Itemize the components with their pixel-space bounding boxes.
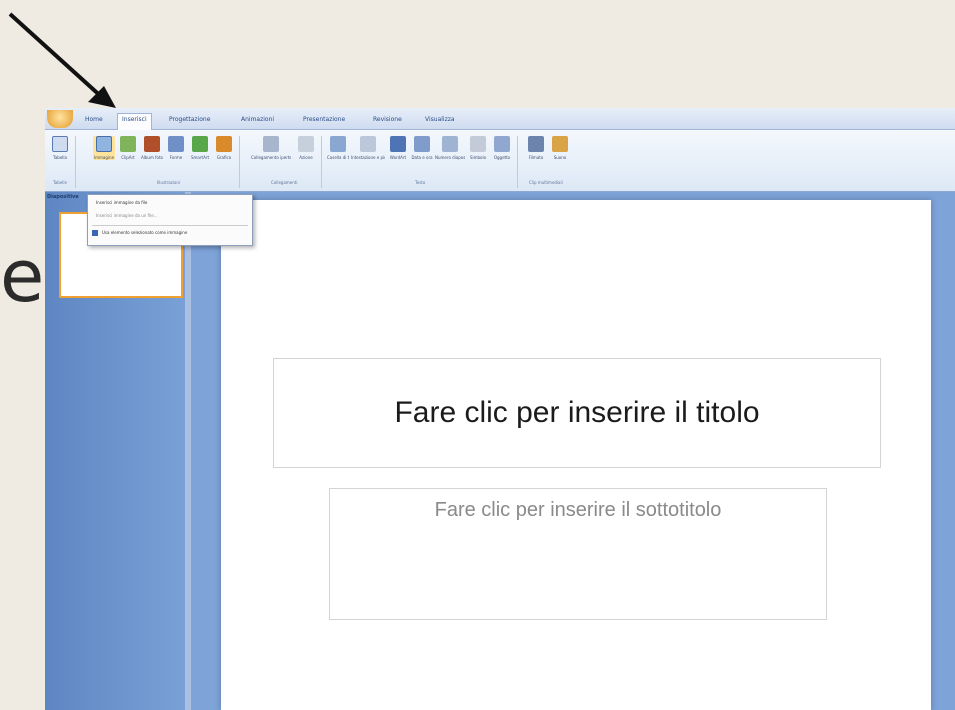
- group-label-links: Collegamenti: [271, 180, 298, 185]
- title-placeholder-text: Fare clic per inserire il titolo: [394, 396, 760, 429]
- table-button[interactable]: Tabella: [49, 136, 71, 160]
- object-button[interactable]: Oggetto: [491, 136, 513, 160]
- movie-icon: [528, 136, 544, 152]
- photo-album-icon: [144, 136, 160, 152]
- chart-button[interactable]: Grafico: [213, 136, 235, 160]
- tab-home[interactable]: Home: [81, 114, 107, 130]
- tab-slideshow[interactable]: Presentazione: [299, 114, 349, 130]
- smartart-button[interactable]: SmartArt: [189, 136, 211, 160]
- group-separator: [239, 136, 240, 188]
- slide-number-button[interactable]: Numero diapositiva: [435, 136, 465, 160]
- menu-item-use-selection[interactable]: Usa elemento selezionato come immagine: [102, 230, 187, 235]
- object-icon: [494, 136, 510, 152]
- picture-dropdown-menu: Inserisci immagine da file Inserisci imm…: [87, 194, 253, 246]
- hyperlink-button[interactable]: Collegamento ipertestuale: [251, 136, 291, 160]
- tab-review[interactable]: Revisione: [369, 114, 406, 130]
- tab-view[interactable]: Visualizza: [421, 114, 459, 130]
- subtitle-placeholder-text: Fare clic per inserire il sottotitolo: [434, 499, 722, 521]
- shapes-button[interactable]: Forme: [165, 136, 187, 160]
- movie-button[interactable]: Filmato: [525, 136, 547, 160]
- smartart-icon: [192, 136, 208, 152]
- picture-icon: [92, 230, 98, 236]
- clipart-icon: [120, 136, 136, 152]
- wordart-button[interactable]: WordArt: [387, 136, 409, 160]
- symbol-button[interactable]: Simbolo: [467, 136, 489, 160]
- group-separator: [517, 136, 518, 188]
- pointer-arrow: [8, 12, 116, 108]
- menu-item-insert-picture[interactable]: Inserisci immagine da file: [96, 200, 147, 205]
- date-time-button[interactable]: Data e ora: [411, 136, 433, 160]
- tab-design[interactable]: Progettazione: [165, 114, 214, 130]
- header-footer-icon: [360, 136, 376, 152]
- hyperlink-icon: [263, 136, 279, 152]
- textbox-icon: [330, 136, 346, 152]
- title-placeholder[interactable]: Fare clic per inserire il titolo: [273, 358, 881, 468]
- clipart-button[interactable]: ClipArt: [117, 136, 139, 160]
- chart-icon: [216, 136, 232, 152]
- ribbon: Tabella Tabelle Immagine ClipArt Album f…: [45, 130, 955, 192]
- picture-button[interactable]: Immagine: [93, 136, 115, 160]
- ribbon-tab-row: Home Inserisci Progettazione Animazioni …: [45, 108, 955, 130]
- photo-album-button[interactable]: Album foto: [141, 136, 163, 160]
- slide-canvas[interactable]: Fare clic per inserire il titolo Fare cl…: [221, 200, 931, 710]
- action-icon: [298, 136, 314, 152]
- shapes-icon: [168, 136, 184, 152]
- tab-animations[interactable]: Animazioni: [237, 114, 278, 130]
- textbox-button[interactable]: Casella di testo: [327, 136, 349, 160]
- group-label-text: Testo: [415, 180, 426, 185]
- menu-separator: [92, 225, 248, 226]
- subtitle-placeholder[interactable]: Fare clic per inserire il sottotitolo: [329, 488, 827, 620]
- group-separator: [321, 136, 322, 188]
- background-letter: e: [0, 234, 45, 318]
- group-label-illustrations: Illustrazioni: [157, 180, 180, 185]
- slide-number-icon: [442, 136, 458, 152]
- tab-insert[interactable]: Inserisci: [117, 113, 152, 130]
- header-footer-button[interactable]: Intestazione e piè di pagina: [351, 136, 385, 160]
- group-separator: [75, 136, 76, 188]
- table-icon: [52, 136, 68, 152]
- tab-slides-pane[interactable]: Diapositive: [47, 194, 79, 200]
- sound-button[interactable]: Suono: [549, 136, 571, 160]
- menu-item-insert-picture-file[interactable]: Inserisci immagine da un file...: [96, 213, 157, 218]
- date-time-icon: [414, 136, 430, 152]
- wordart-icon: [390, 136, 406, 152]
- sound-icon: [552, 136, 568, 152]
- office-button[interactable]: [47, 110, 73, 128]
- group-label-tables: Tabelle: [53, 180, 67, 185]
- symbol-icon: [470, 136, 486, 152]
- picture-icon: [96, 136, 112, 152]
- group-label-media: Clip multimediali: [529, 180, 563, 185]
- powerpoint-window: Home Inserisci Progettazione Animazioni …: [45, 108, 955, 710]
- action-button[interactable]: Azione: [295, 136, 317, 160]
